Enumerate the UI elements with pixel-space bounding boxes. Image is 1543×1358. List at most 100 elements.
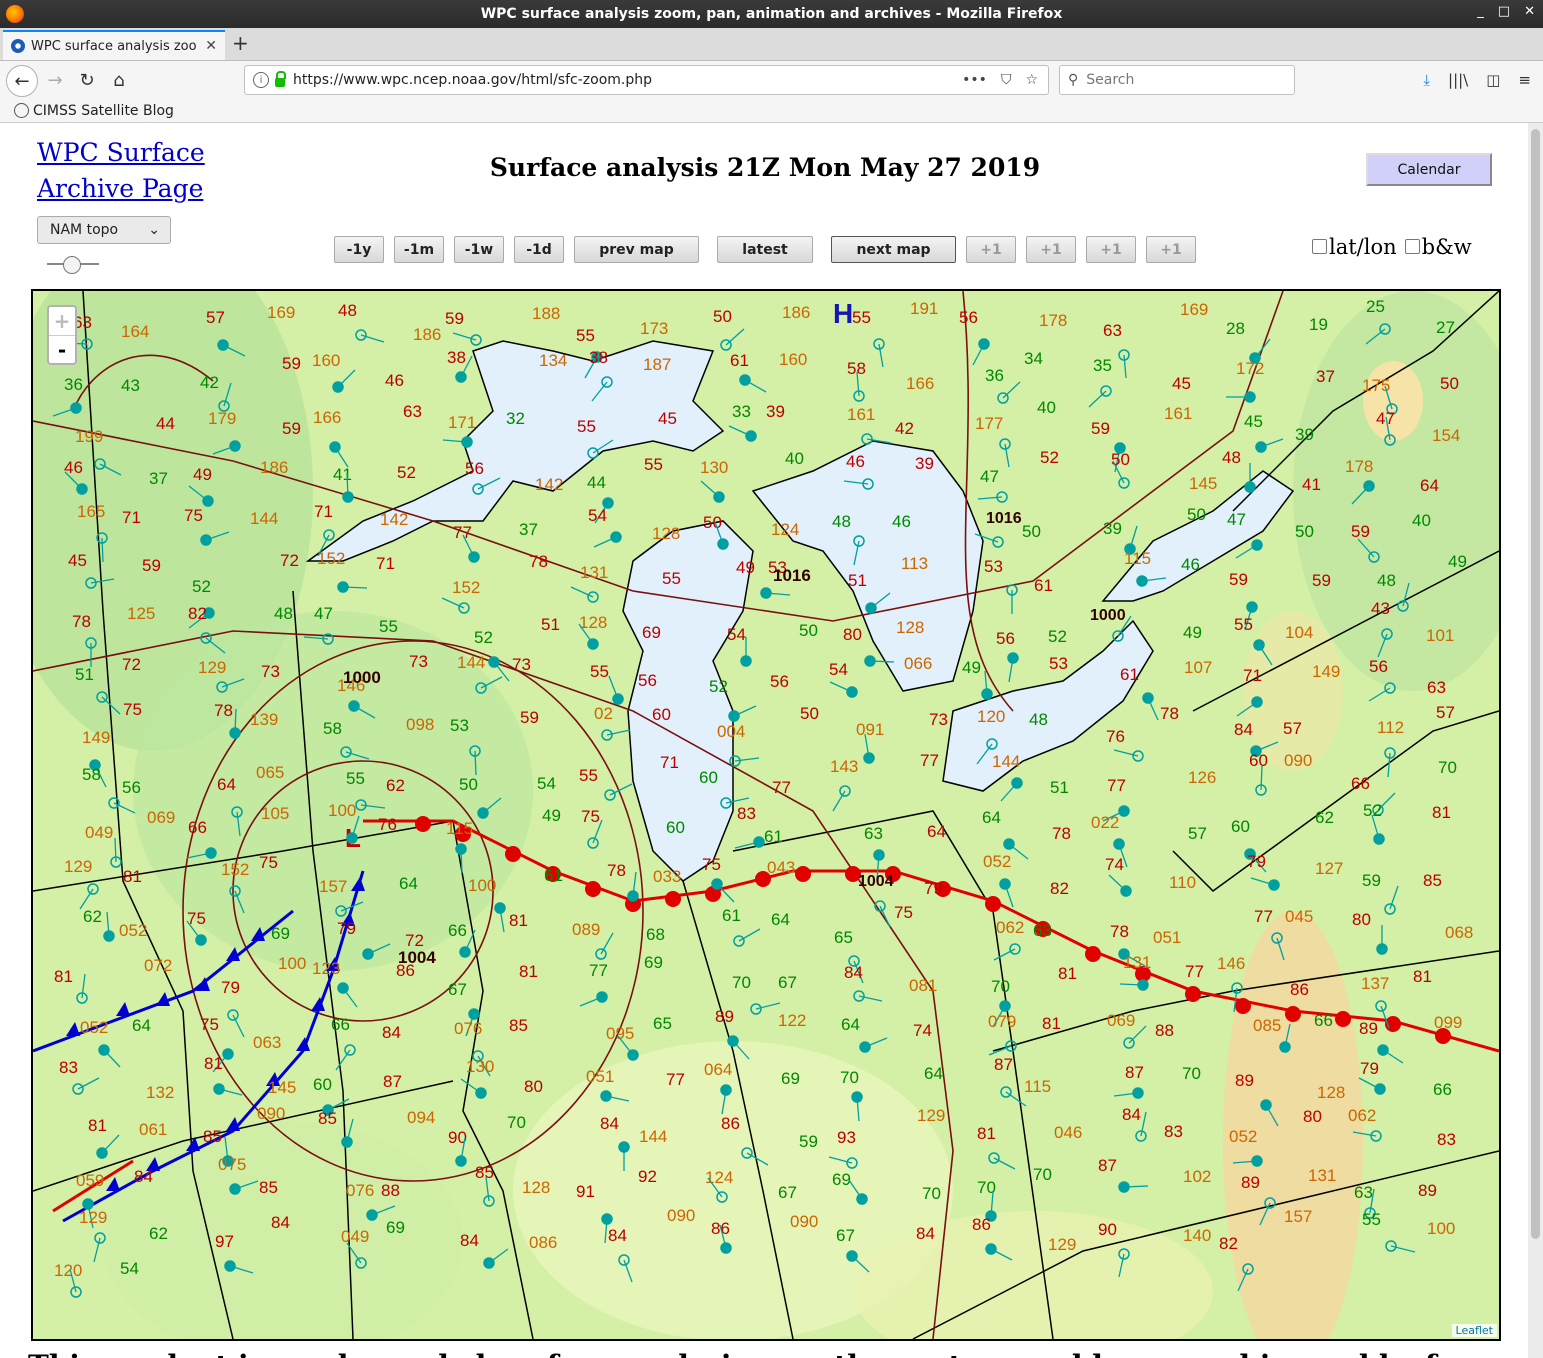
url-text[interactable]: https://www.wpc.ncep.noaa.gov/html/sfc-z… (293, 72, 962, 88)
station-value: 85 (318, 1109, 337, 1128)
latest-button[interactable]: latest (717, 236, 813, 263)
bookmark-cimss[interactable]: CIMSS Satellite Blog (33, 103, 174, 119)
latlon-checkbox[interactable]: lat/lon (1312, 235, 1397, 259)
surface-analysis-map[interactable]: H L 631645716948186591885517350186551915… (31, 289, 1501, 1341)
station-value: 39 (1103, 519, 1122, 538)
station-value: 166 (906, 374, 934, 393)
map-canvas[interactable]: H L 631645716948186591885517350186551915… (33, 291, 1499, 1339)
station-value: 130 (466, 1057, 494, 1076)
station-value: 120 (977, 707, 1005, 726)
plus-1-day-button[interactable]: +1 (966, 236, 1016, 263)
minimize-button[interactable]: _ (1477, 4, 1484, 19)
scrollbar-thumb[interactable] (1531, 129, 1540, 1239)
station-value: 41 (1302, 475, 1321, 494)
station-value: 113 (901, 554, 928, 573)
reload-button[interactable]: ↻ (72, 65, 102, 95)
isobar-label: 1000 (343, 668, 381, 687)
station-value: 100 (468, 876, 496, 895)
station-value: 143 (830, 757, 858, 776)
station-value: 069 (147, 808, 175, 827)
station-value: 033 (653, 867, 681, 886)
leaflet-attribution[interactable]: Leaflet (1451, 1324, 1497, 1337)
station-value: 57 (1188, 824, 1207, 843)
station-value: 84 (608, 1226, 627, 1245)
new-tab-button[interactable]: + (232, 31, 249, 55)
home-button[interactable]: ⌂ (104, 65, 134, 95)
station-value: 81 (509, 911, 528, 930)
minus-1-year-button[interactable]: -1y (334, 236, 384, 263)
plus-1-week-button[interactable]: +1 (1026, 236, 1076, 263)
tab-wpc-surface[interactable]: WPC surface analysis zoom, pan, animatio… (3, 30, 225, 60)
station-value: 56 (770, 672, 789, 691)
station-value: 160 (312, 351, 340, 370)
warm-front-bump (1285, 1006, 1301, 1022)
search-input[interactable]: ⚲ Search (1059, 65, 1295, 95)
station-value: 052 (119, 921, 147, 940)
station-value: 115 (446, 819, 473, 838)
close-window-button[interactable]: ✕ (1524, 4, 1535, 19)
minus-1-day-button[interactable]: -1d (514, 236, 564, 263)
station-value: 73 (929, 710, 948, 729)
plus-1-month-button[interactable]: +1 (1086, 236, 1136, 263)
vertical-scrollbar[interactable] (1528, 123, 1543, 1358)
page-actions-icon[interactable]: ••• (962, 72, 987, 88)
sidebar-icon[interactable]: ◫ (1486, 71, 1500, 89)
toolbar-tools: ⤓ |||\ ◫ ≡ (1423, 71, 1531, 89)
station-value: 66 (1314, 1011, 1333, 1030)
station-value: 55 (576, 326, 595, 345)
latlon-label: lat/lon (1329, 235, 1397, 259)
navigation-toolbar: ← → ↻ ⌂ i https://www.wpc.ncep.noaa.gov/… (0, 61, 1543, 99)
station-value: 77 (1254, 907, 1273, 926)
station-value: 55 (577, 417, 596, 436)
station-value: 144 (457, 653, 485, 672)
station-value: 086 (529, 1233, 557, 1252)
basemap-select[interactable]: NAM topo ⌄ (37, 216, 171, 244)
station-value: 58 (323, 719, 342, 738)
calendar-button[interactable]: Calendar (1366, 153, 1492, 186)
station-value: 51 (541, 615, 560, 634)
station-value: 54 (727, 625, 746, 644)
station-value: 78 (1160, 704, 1179, 723)
close-tab-icon[interactable]: ✕ (205, 38, 217, 54)
slider-handle[interactable] (63, 256, 81, 274)
bw-checkbox[interactable]: b&w (1404, 235, 1472, 259)
next-map-button[interactable]: next map (831, 236, 956, 263)
bookmark-star-icon[interactable]: ☆ (1025, 72, 1038, 88)
station-value: 161 (1164, 404, 1192, 423)
station-value: 55 (346, 769, 365, 788)
station-value: 88 (1155, 1021, 1174, 1040)
back-button[interactable]: ← (6, 65, 38, 97)
station-value: 02 (594, 704, 613, 723)
site-info-icon[interactable]: i (253, 72, 269, 88)
station-value: 73 (512, 655, 531, 674)
library-icon[interactable]: |||\ (1448, 71, 1468, 89)
latlon-checkbox-box[interactable] (1312, 239, 1327, 254)
station-value: 169 (1180, 300, 1208, 319)
station-value: 35 (1093, 356, 1112, 375)
zoom-in-button[interactable]: + (49, 307, 75, 336)
url-bar[interactable]: i https://www.wpc.ncep.noaa.gov/html/sfc… (244, 65, 1049, 95)
prev-map-button[interactable]: prev map (574, 236, 699, 263)
station-value: 68 (646, 925, 665, 944)
station-value: 80 (843, 625, 862, 644)
station-value: 63 (864, 824, 883, 843)
minus-1-week-button[interactable]: -1w (454, 236, 504, 263)
station-value: 69 (386, 1218, 405, 1237)
forward-button[interactable]: → (40, 65, 70, 95)
station-value: 75 (259, 853, 278, 872)
zoom-out-button[interactable]: - (49, 336, 75, 364)
terrain-shading (33, 291, 1499, 1339)
station-value: 67 (778, 973, 797, 992)
station-value: 146 (1217, 954, 1245, 973)
pocket-icon[interactable]: ⛉ (1001, 72, 1012, 88)
station-value: 78 (214, 701, 233, 720)
minus-1-month-button[interactable]: -1m (394, 236, 444, 263)
maximize-button[interactable]: □ (1498, 4, 1510, 19)
station-value: 84 (600, 1114, 619, 1133)
station-value: 79 (337, 919, 356, 938)
opacity-slider[interactable] (47, 254, 99, 274)
bw-checkbox-box[interactable] (1404, 239, 1420, 254)
plus-1-year-button[interactable]: +1 (1146, 236, 1196, 263)
menu-icon[interactable]: ≡ (1518, 71, 1531, 89)
downloads-icon[interactable]: ⤓ (1423, 71, 1430, 89)
